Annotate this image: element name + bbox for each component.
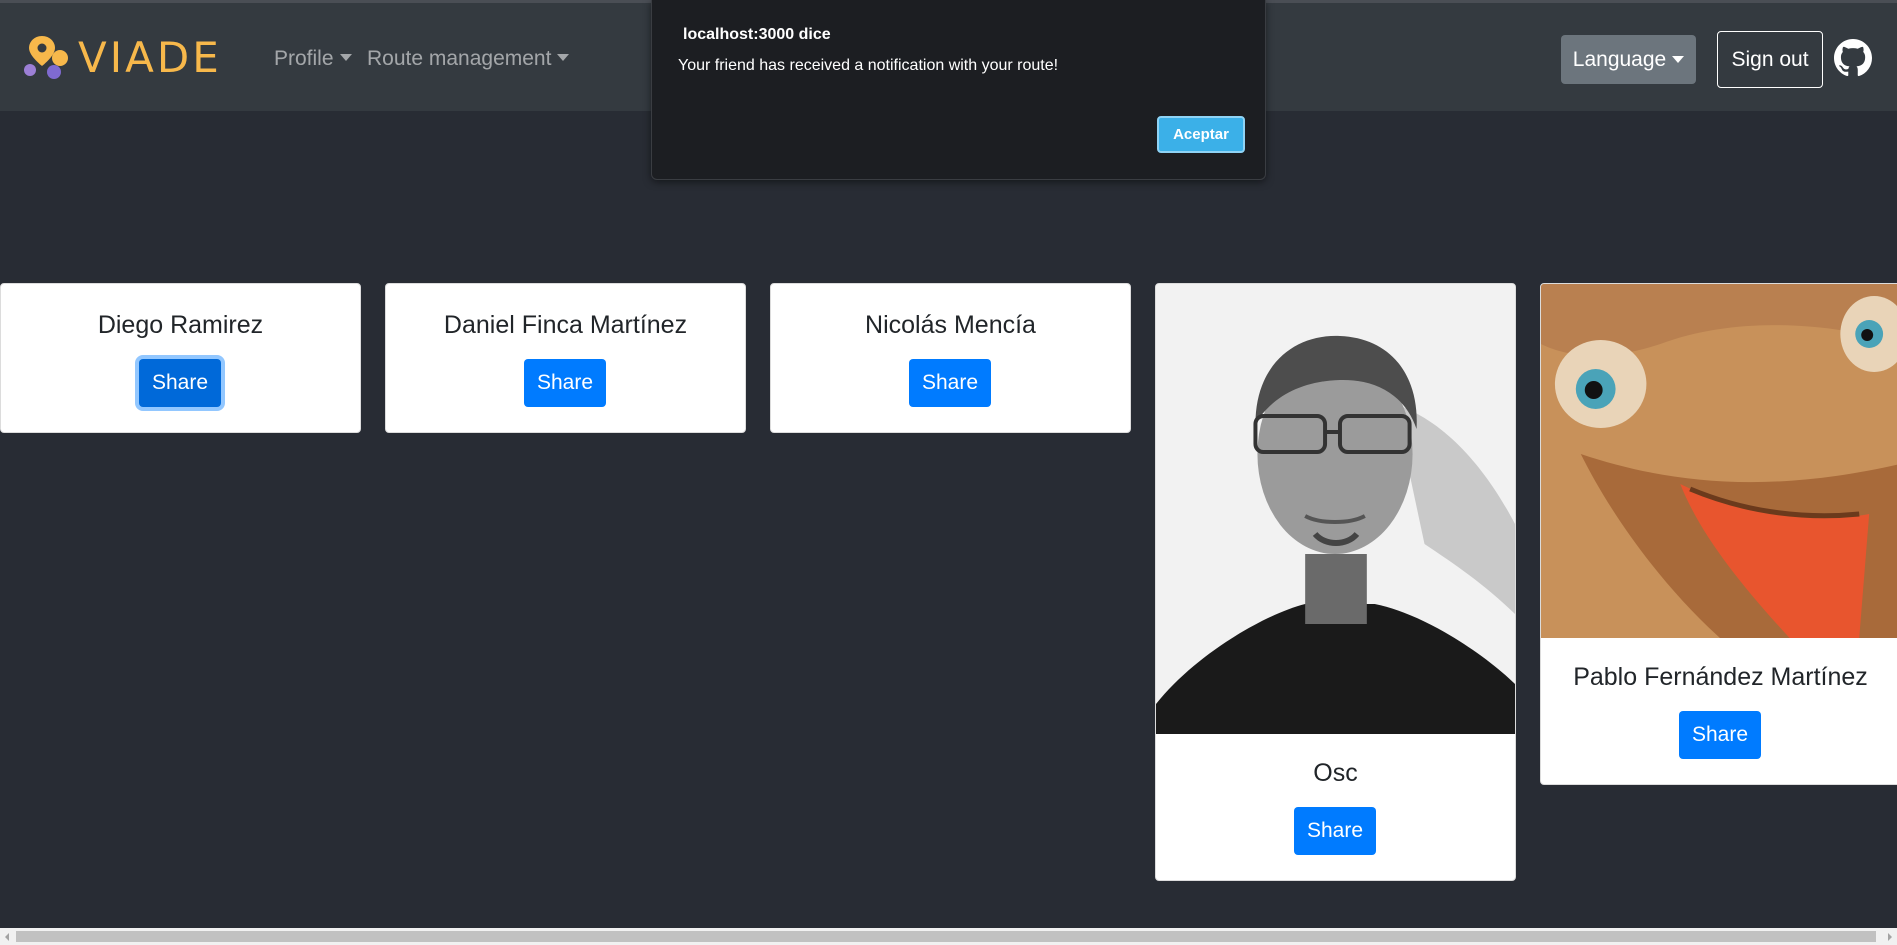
nav-route-management-dropdown[interactable]: Route management [367,47,570,71]
friend-card: Nicolás Mencía Share [770,283,1131,433]
share-button[interactable]: Share [139,359,221,407]
friend-card: Daniel Finca Martínez Share [385,283,746,433]
friend-name: Osc [1313,759,1358,787]
dialog-title: localhost:3000 dice [683,26,831,43]
brand-name: VIADE [78,32,222,82]
friend-photo [1541,284,1897,638]
language-button[interactable]: Language [1561,35,1696,84]
share-button[interactable]: Share [1679,711,1761,759]
friend-card: Diego Ramirez Share [0,283,361,433]
caret-down-icon [1672,56,1685,63]
dialog-message: Your friend has received a notification … [678,57,1059,74]
sign-out-label: Sign out [1731,47,1809,71]
scrollbar-thumb[interactable] [16,931,1876,942]
nav-route-management-label: Route management [367,47,552,70]
friend-photo [1156,284,1515,734]
nav-profile-dropdown[interactable]: Profile [274,47,352,71]
friend-card: Pablo Fernández Martínez Share [1540,283,1897,785]
dialog-accept-button[interactable]: Aceptar [1157,116,1245,153]
horizontal-scrollbar[interactable] [0,928,1897,945]
friend-name: Daniel Finca Martínez [443,311,688,339]
share-button[interactable]: Share [909,359,991,407]
share-button[interactable]: Share [1294,807,1376,855]
friend-name: Diego Ramirez [97,311,264,339]
brand-logo[interactable]: VIADE [18,31,222,83]
scroll-right-icon[interactable] [1888,933,1892,941]
share-button[interactable]: Share [524,359,606,407]
sign-out-button[interactable]: Sign out [1717,31,1823,88]
scroll-left-icon[interactable] [5,933,9,941]
caret-down-icon [557,54,570,61]
friend-card: Osc Share [1155,283,1516,881]
language-label: Language [1572,47,1667,71]
friend-name: Nicolás Mencía [865,311,1036,339]
caret-down-icon [339,54,352,61]
nav-profile-label: Profile [274,47,334,70]
github-icon[interactable] [1834,39,1872,77]
logo-dots-icon [24,36,68,79]
alert-dialog: localhost:3000 dice Your friend has rece… [651,0,1266,180]
friend-name: Pablo Fernández Martínez [1573,663,1868,691]
